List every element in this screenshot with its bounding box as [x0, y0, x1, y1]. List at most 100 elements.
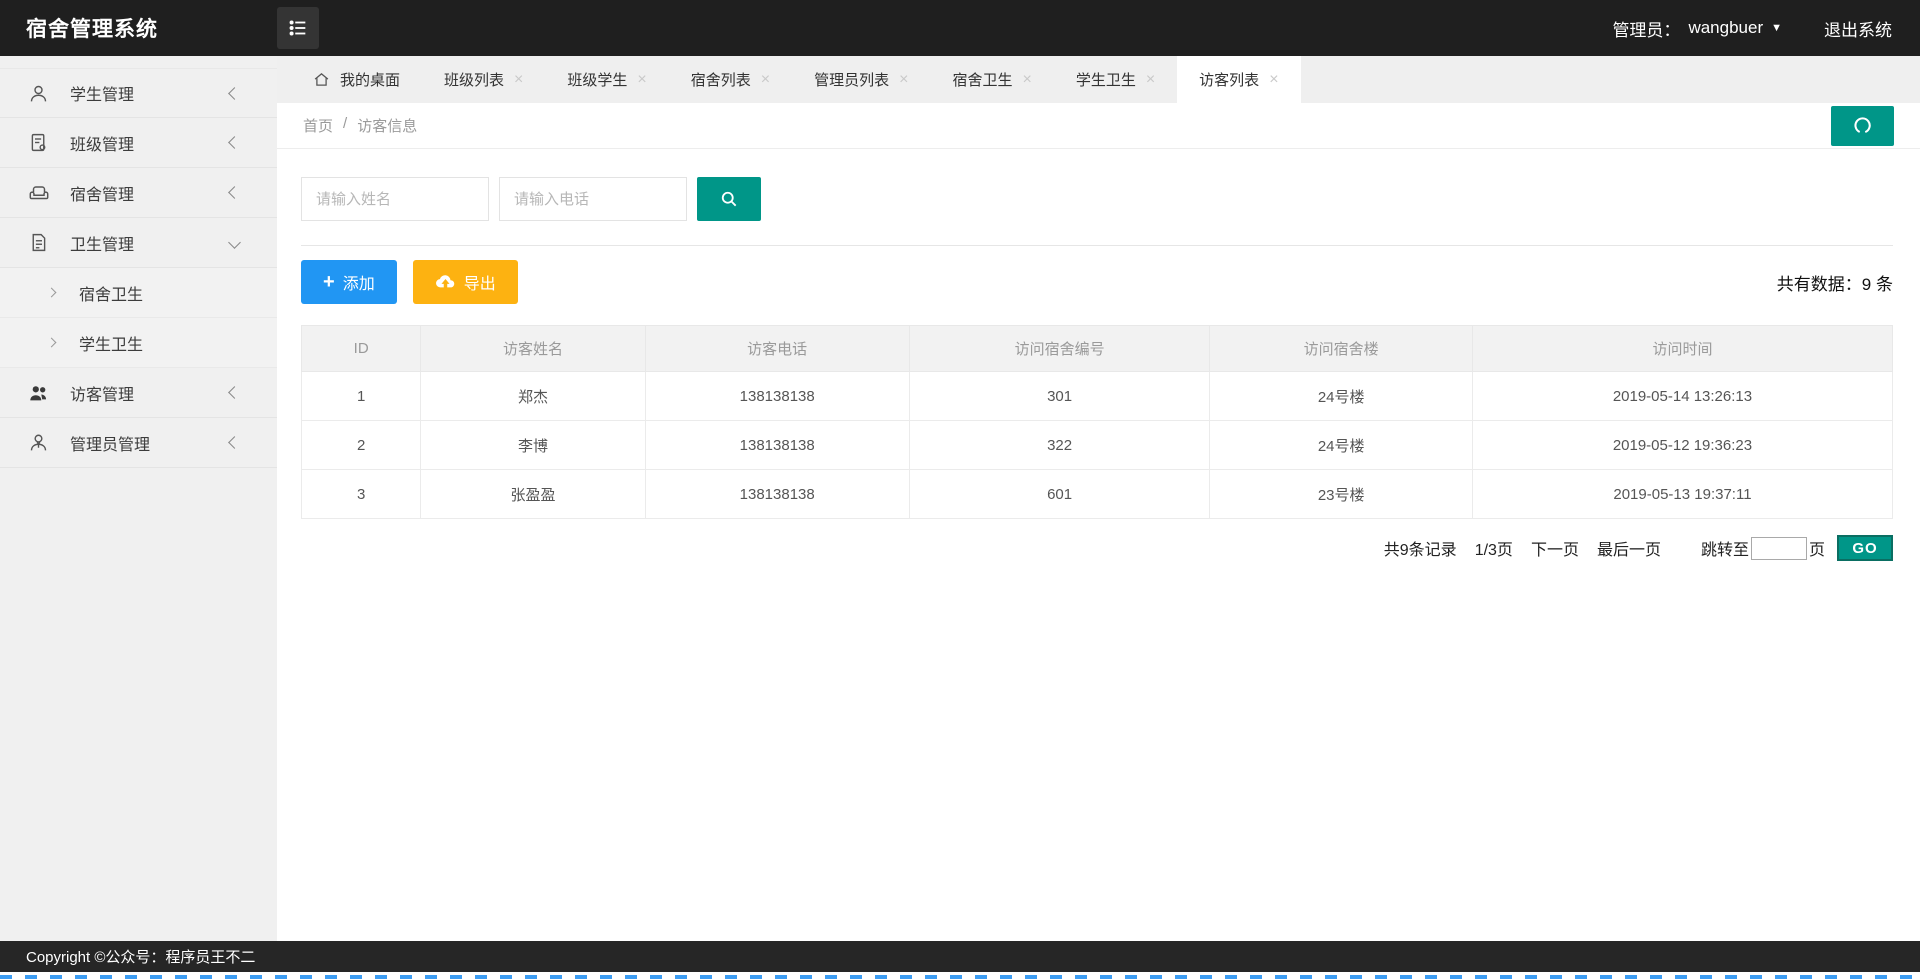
refresh-button[interactable]: [1831, 105, 1894, 146]
visitor-name-input[interactable]: [301, 177, 489, 221]
search-icon: [719, 189, 739, 209]
table-row: 2 李博 138138138 322 24号楼 2019-05-12 19:36…: [300, 420, 1894, 470]
breadcrumb-row: 首页 / 访客信息: [277, 103, 1920, 149]
toolbar: + 添加 导出 共有数据：9 条: [301, 260, 1893, 304]
export-button[interactable]: 导出: [412, 260, 518, 304]
breadcrumb-separator: /: [343, 115, 348, 132]
class-icon: [28, 132, 50, 154]
add-button[interactable]: + 添加: [301, 260, 397, 304]
tab-admin-list[interactable]: 管理员列表 ×: [792, 56, 930, 103]
search-button[interactable]: [697, 177, 761, 221]
close-icon[interactable]: ×: [637, 71, 646, 88]
home-icon: [313, 71, 330, 88]
app-title: 宿舍管理系统: [26, 18, 158, 41]
close-icon[interactable]: ×: [899, 71, 908, 88]
tab-label: 管理员列表: [814, 72, 890, 89]
close-icon[interactable]: ×: [1146, 71, 1155, 88]
go-button[interactable]: GO: [1837, 535, 1893, 561]
tab-student-hygiene[interactable]: 学生卫生 ×: [1054, 56, 1177, 103]
tab-strip: 我的桌面 班级列表 × 班级学生 × 宿舍列表 × 管理员列表 × 宿舍卫生 ×: [277, 56, 1920, 103]
close-icon[interactable]: ×: [1022, 71, 1031, 88]
tab-dorm-hygiene[interactable]: 宿舍卫生 ×: [930, 56, 1053, 103]
cell-id: 1: [300, 371, 422, 421]
sidebar-toggle-button[interactable]: [277, 7, 319, 49]
total-count-unit: 条: [1876, 274, 1893, 294]
table-row: 1 郑杰 138138138 301 24号楼 2019-05-14 13:26…: [300, 371, 1894, 421]
sidebar-item-visitor-mgmt[interactable]: 访客管理: [0, 368, 277, 418]
total-count-label: 共有数据：: [1776, 274, 1862, 294]
pagination-total: 共9条记录: [1383, 542, 1457, 559]
tab-label: 宿舍卫生: [952, 72, 1013, 89]
tab-class-students[interactable]: 班级学生 ×: [545, 56, 668, 103]
admin-label: 管理员：: [1612, 20, 1681, 40]
tab-home[interactable]: 我的桌面: [291, 56, 422, 103]
cell-building: 23号楼: [1209, 469, 1473, 519]
tab-visitor-list[interactable]: 访客列表 ×: [1177, 56, 1301, 103]
cell-name: 张盈盈: [420, 469, 646, 519]
breadcrumb-current: 访客信息: [357, 118, 418, 135]
sidebar-item-class-mgmt[interactable]: 班级管理: [0, 118, 277, 168]
sidebar-item-hygiene-mgmt[interactable]: 卫生管理: [0, 218, 277, 268]
sidebar-item-student-mgmt[interactable]: 学生管理: [0, 68, 277, 118]
cell-room: 322: [908, 420, 1211, 470]
tab-dorm-list[interactable]: 宿舍列表 ×: [669, 56, 792, 103]
pagination-page-indicator: 1/3页: [1474, 542, 1513, 559]
cell-name: 郑杰: [420, 371, 646, 421]
chevron-left-icon: [228, 86, 241, 100]
sidebar-item-admin-mgmt[interactable]: 管理员管理: [0, 418, 277, 468]
cell-time: 2019-05-12 19:36:23: [1471, 420, 1894, 470]
cell-phone: 138138138: [644, 469, 910, 519]
sidebar-subitem-label: 学生卫生: [79, 336, 144, 354]
visitor-table: ID 访客姓名 访客电话 访问宿舍编号 访问宿舍楼 访问时间 1 郑杰 1381…: [300, 325, 1894, 519]
pagination-last[interactable]: 最后一页: [1597, 536, 1661, 560]
breadcrumb: 首页 / 访客信息: [303, 115, 417, 136]
breadcrumb-home[interactable]: 首页: [303, 115, 333, 136]
sidebar-subitem-student-hygiene[interactable]: 学生卫生: [0, 318, 277, 368]
jump-page-input[interactable]: [1750, 536, 1807, 560]
total-count-value: 9: [1861, 274, 1872, 294]
sidebar-item-dorm-mgmt[interactable]: 宿舍管理: [0, 168, 277, 218]
col-header-room: 访问宿舍编号: [908, 325, 1211, 372]
tab-class-list[interactable]: 班级列表 ×: [422, 56, 545, 103]
copyright-text: Copyright ©公众号：程序员王不二: [26, 949, 256, 966]
admin-user-menu[interactable]: 管理员： wangbuer ▼: [1612, 16, 1782, 41]
col-header-time: 访问时间: [1471, 325, 1894, 372]
hygiene-icon: [28, 232, 50, 254]
table-row: 3 张盈盈 138138138 601 23号楼 2019-05-13 19:3…: [300, 469, 1894, 519]
sidebar-subitem-label: 宿舍卫生: [79, 286, 144, 304]
close-icon[interactable]: ×: [1269, 71, 1278, 88]
top-bar: 宿舍管理系统 管理员： wangbuer ▼ 退出系统: [0, 0, 1920, 56]
tab-label: 访客列表: [1199, 72, 1260, 89]
col-header-name: 访客姓名: [420, 325, 646, 372]
hamburger-icon: [287, 17, 309, 39]
cell-name: 李博: [420, 420, 646, 470]
cell-id: 2: [300, 420, 422, 470]
chevron-left-icon: [228, 186, 241, 199]
admin-username: wangbuer: [1688, 18, 1764, 37]
tab-label: 宿舍列表: [690, 72, 751, 89]
chevron-left-icon: [228, 436, 241, 449]
col-header-phone: 访客电话: [644, 325, 910, 372]
visitor-icon: [28, 382, 50, 404]
refresh-icon: [1853, 116, 1872, 135]
chevron-left-icon: [228, 386, 241, 399]
sidebar-item-label: 班级管理: [70, 136, 135, 154]
jump-unit: 页: [1808, 542, 1825, 559]
logout-button[interactable]: 退出系统: [1824, 16, 1892, 41]
visitor-phone-input[interactable]: [499, 177, 687, 221]
close-icon[interactable]: ×: [761, 71, 770, 88]
tab-label: 班级列表: [444, 72, 505, 89]
chevron-right-icon: [46, 287, 57, 298]
cell-building: 24号楼: [1209, 371, 1473, 421]
cell-phone: 138138138: [644, 371, 910, 421]
table-header-row: ID 访客姓名 访客电话 访问宿舍编号 访问宿舍楼 访问时间: [300, 325, 1894, 372]
sidebar-subitem-dorm-hygiene[interactable]: 宿舍卫生: [0, 268, 277, 318]
student-icon: [28, 82, 50, 104]
pagination-next[interactable]: 下一页: [1531, 536, 1579, 560]
bottom-dashed-border: [0, 972, 1920, 979]
sidebar: 学生管理 班级管理 宿舍管理 卫生管理 宿舍卫生 学生卫生 访客管理 管理员管理: [0, 56, 277, 941]
add-button-label: 添加: [342, 276, 375, 293]
close-icon[interactable]: ×: [514, 71, 523, 88]
jump-label: 跳转至: [1700, 542, 1749, 559]
footer: Copyright ©公众号：程序员王不二: [0, 941, 1920, 972]
